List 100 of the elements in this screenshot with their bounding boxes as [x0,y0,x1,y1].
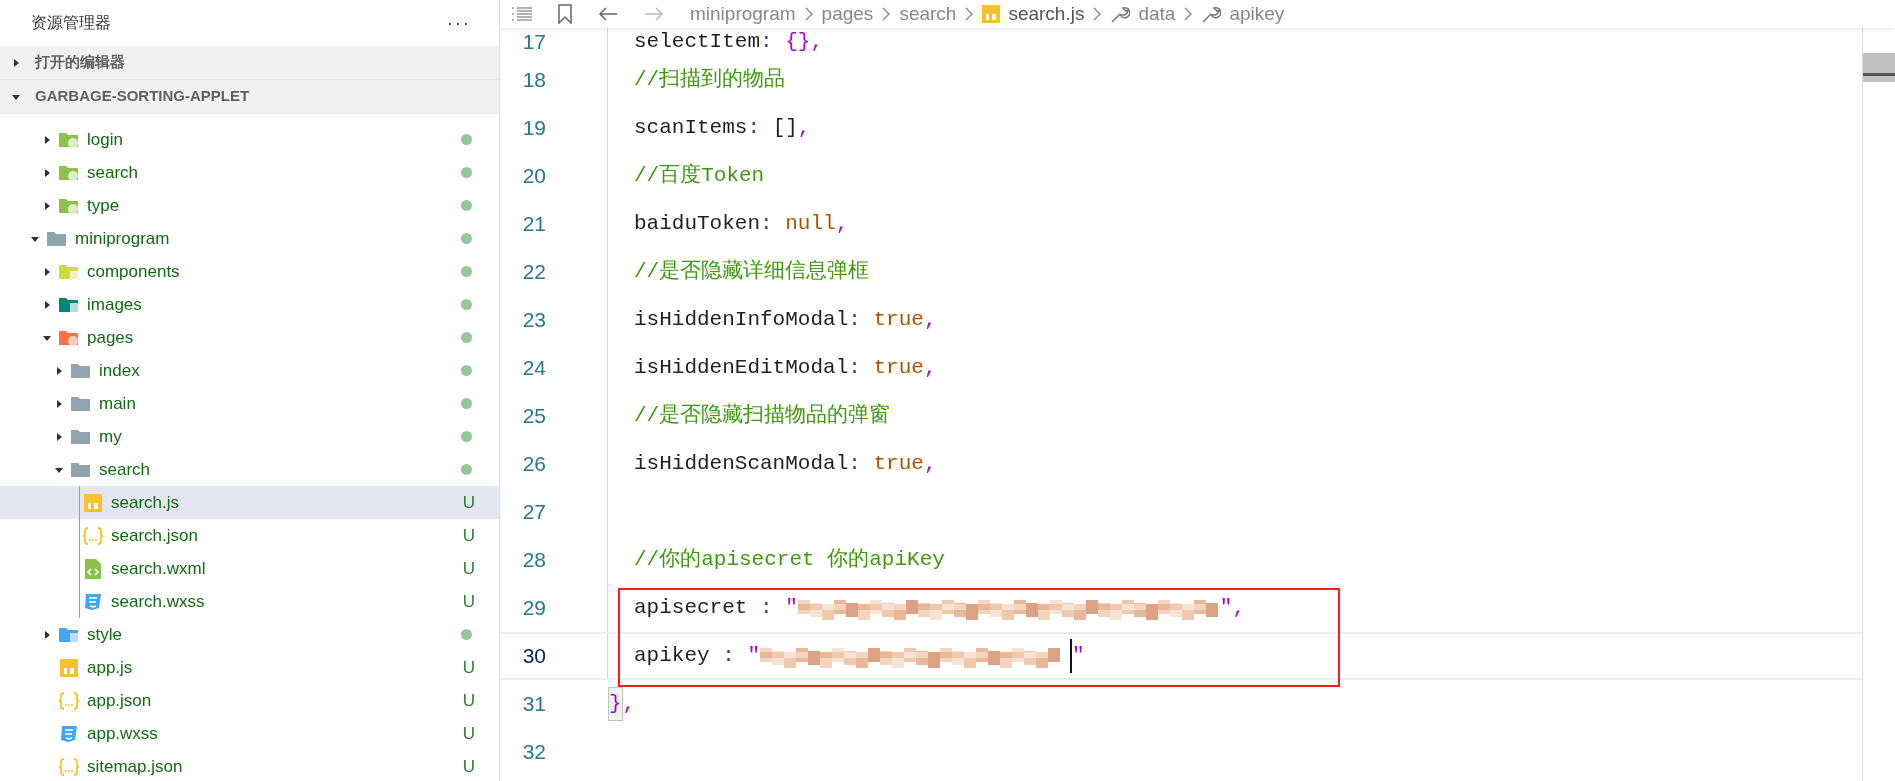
braces-icon [58,691,80,710]
code-token: , [923,307,937,334]
status-letter: U [462,689,475,712]
js-file-icon [982,5,1001,23]
caret-icon[interactable] [12,58,20,67]
line-number: 18 [521,67,547,94]
code-token: isHiddenEditModal [634,355,849,382]
braces-icon [58,757,80,776]
file-tree-item[interactable]: app.js U [0,651,499,684]
code-token: , [923,355,937,382]
chevron-icon [1183,6,1194,22]
back-arrow-icon[interactable] [598,6,618,22]
status-letter: U [462,755,475,778]
breadcrumb-item[interactable]: search [899,0,957,29]
code-token: apikey [634,643,710,670]
caret-icon[interactable] [43,630,51,639]
caret-icon[interactable] [43,135,51,144]
code-token: : [848,307,862,334]
sidebar-title: 资源管理器 [31,13,111,33]
line-number: 21 [521,211,547,238]
folder-icon [58,262,80,281]
file-tree-item[interactable]: search.json U [0,519,499,552]
code-token: } [608,687,623,721]
file-tree-item[interactable]: app.wxss U [0,717,499,750]
caret-icon[interactable] [55,465,63,474]
scrollbar-thumb[interactable] [1863,53,1895,82]
file-tree-item[interactable]: search.wxml U [0,552,499,585]
status-letter: U [462,524,475,547]
folder-icon [58,625,80,644]
code-token: isHiddenScanModal [634,451,849,478]
caret-icon[interactable] [43,201,51,210]
file-tree-item[interactable]: search [0,156,499,189]
caret-icon[interactable] [43,168,51,177]
status-letter: U [462,491,475,514]
caret-icon[interactable] [55,366,63,375]
code-token: true [873,307,924,334]
file-tree-item[interactable]: index [0,354,499,387]
section-header[interactable]: GARBAGE-SORTING-APPLET [0,80,499,114]
more-button[interactable]: ··· [447,9,471,37]
file-tree-item[interactable]: miniprogram [0,222,499,255]
breadcrumb-item[interactable]: pages [821,0,874,29]
file-tree-item[interactable]: style [0,618,499,651]
line-number: 31 [521,691,547,718]
status-letter: U [462,557,475,580]
folder-icon [58,328,80,347]
folder-icon [58,295,80,314]
caret-icon[interactable] [43,267,51,276]
caret-icon[interactable] [55,399,63,408]
code-token: , [797,115,811,142]
code-token: , [622,691,636,718]
code-token: //是否隐藏详细信息弹框 [634,258,870,286]
caret-icon[interactable] [43,300,51,309]
breadcrumb-item[interactable]: data [1138,0,1176,29]
file-tree-item[interactable]: sitemap.json U [0,750,499,781]
js-file-icon [84,493,102,512]
file-tree-item[interactable]: search.js U [0,486,499,519]
code-token: : [759,595,774,622]
breadcrumb-item[interactable]: apikey [1229,0,1285,29]
file-tree-item[interactable]: app.json U [0,684,499,717]
file-tree-item[interactable]: components [0,255,499,288]
code-token: true [873,451,924,478]
file-tree-item[interactable]: images [0,288,499,321]
file-tree-item[interactable]: type [0,189,499,222]
bookmark-icon[interactable] [558,4,572,24]
folder-icon [58,196,80,215]
code-token: : [747,115,762,142]
caret-icon[interactable] [12,92,20,101]
file-tree-item[interactable]: search.wxss U [0,585,499,618]
status-letter: U [462,590,475,613]
code-token: : [848,355,862,382]
caret-icon[interactable] [55,432,63,441]
code-token: //你的apisecret 你的apiKey [634,547,945,574]
folder-icon [70,361,92,380]
line-number: 25 [521,403,547,430]
status-letter: U [462,656,475,679]
file-tree-item[interactable]: search [0,453,499,486]
file-tree-item[interactable]: main [0,387,499,420]
line-number: 26 [521,451,547,478]
file-tree-item[interactable]: my [0,420,499,453]
breadcrumb-item[interactable]: search.js [1008,0,1085,29]
code-token: //扫描到的物品 [634,67,786,94]
css-file-icon [60,724,78,743]
code-token: isHiddenInfoModal [634,307,849,334]
line-number: 32 [521,739,547,766]
caret-icon[interactable] [31,234,39,243]
file-tree-item[interactable]: pages [0,321,499,354]
text-cursor [1070,639,1073,673]
folder-icon [46,229,68,248]
caret-icon[interactable] [43,333,51,342]
breadcrumb-item[interactable]: miniprogram [690,0,796,29]
code-token: " [747,643,761,670]
code-token: true [873,355,924,382]
code-token: " [1072,643,1085,670]
line-number: 27 [521,499,547,526]
section-header[interactable]: 打开的编辑器 [0,46,499,80]
code-token: : [760,29,774,56]
chevron-icon [803,6,814,22]
folder-icon [70,394,92,413]
chevron-icon [964,6,975,22]
file-tree-item[interactable]: login [0,123,499,156]
